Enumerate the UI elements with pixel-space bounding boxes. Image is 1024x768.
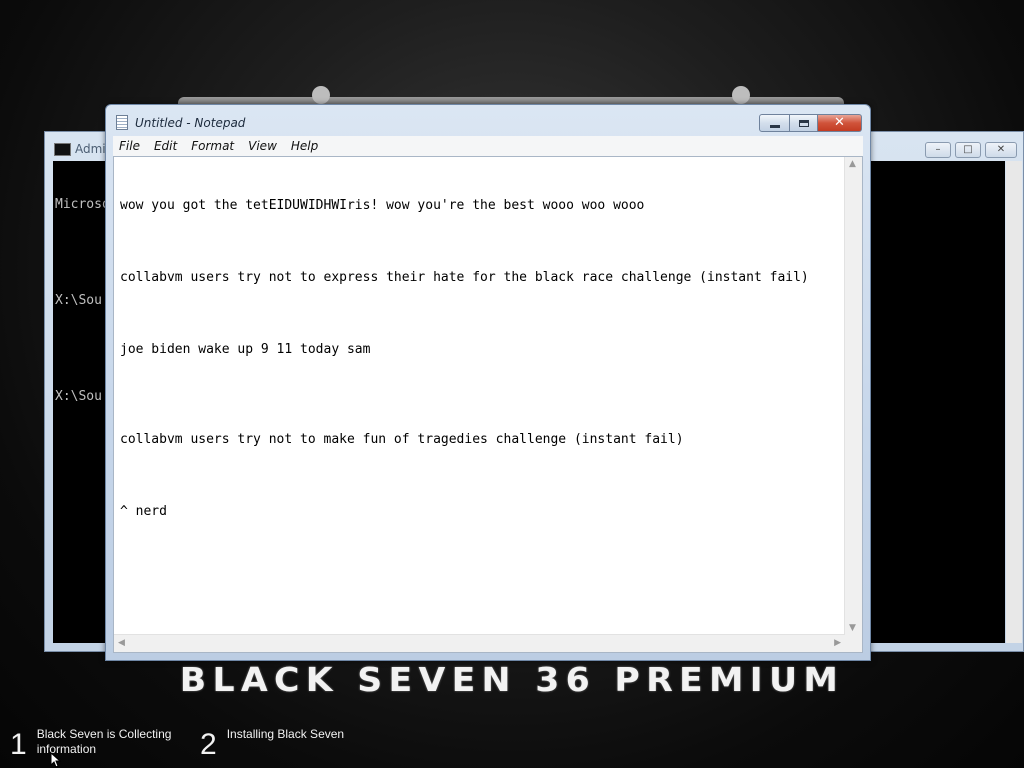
menu-view[interactable]: View [248, 139, 277, 153]
vertical-scrollbar[interactable]: ▲ ▼ [844, 157, 862, 635]
setup-step-2: 2 Installing Black Seven [200, 726, 367, 764]
text-line: collabvm users try not to make fun of tr… [120, 432, 684, 447]
notepad-titlebar[interactable]: Untitled - Notepad ✕ [106, 105, 870, 135]
resize-grip-icon[interactable] [845, 635, 862, 652]
cmd-icon [54, 143, 71, 156]
scroll-right-icon[interactable]: ▶ [834, 638, 841, 648]
horizontal-scrollbar[interactable]: ◀ ▶ [114, 634, 845, 652]
background-ornament [732, 86, 750, 104]
setup-banner: BLACK SEVEN 36 PREMIUM [179, 660, 845, 699]
step-number: 1 [10, 728, 27, 761]
cmd-scrollbar[interactable] [1006, 161, 1022, 643]
text-line: collabvm users try not to express their … [120, 270, 809, 285]
text-line: wow you got the tetEIDUWIDHWIris! wow yo… [120, 198, 645, 213]
editor-content[interactable]: wow you got the tetEIDUWIDHWIris! wow yo… [120, 161, 842, 632]
minimize-icon [769, 124, 780, 128]
text-line: joe biden wake up 9 11 today sam [120, 342, 371, 357]
menu-file[interactable]: File [119, 139, 140, 153]
minimize-button[interactable] [759, 114, 790, 132]
close-button[interactable]: ✕ [818, 114, 862, 132]
notepad-icon [116, 115, 128, 130]
background-ornament [312, 86, 330, 104]
menu-edit[interactable]: Edit [154, 139, 177, 153]
maximize-icon [798, 119, 809, 127]
cmd-title: Admi [75, 142, 106, 156]
text-line: ^ nerd [120, 504, 167, 519]
step-label: Installing Black Seven [226, 727, 345, 741]
scroll-up-icon[interactable]: ▲ [849, 159, 856, 169]
menu-format[interactable]: Format [191, 139, 234, 153]
close-icon: ✕ [834, 115, 845, 130]
maximize-button[interactable] [790, 114, 818, 132]
text-editor[interactable]: wow you got the tetEIDUWIDHWIris! wow yo… [113, 156, 863, 653]
menu-help[interactable]: Help [291, 139, 318, 153]
menu-bar: File Edit Format View Help [113, 136, 863, 156]
scroll-down-icon[interactable]: ▼ [849, 623, 856, 633]
setup-step-1: 1 Black Seven is Collecting information [10, 726, 177, 764]
cmd-close-button[interactable]: ✕ [985, 142, 1017, 158]
cmd-minimize-button[interactable]: – [925, 142, 951, 158]
cmd-maximize-button[interactable]: □ [955, 142, 981, 158]
window-title: Untitled - Notepad [135, 116, 246, 130]
step-number: 2 [200, 728, 217, 761]
scroll-left-icon[interactable]: ◀ [118, 638, 125, 648]
mouse-cursor-icon [50, 752, 62, 768]
notepad-window[interactable]: Untitled - Notepad ✕ File Edit Format Vi… [105, 104, 871, 661]
